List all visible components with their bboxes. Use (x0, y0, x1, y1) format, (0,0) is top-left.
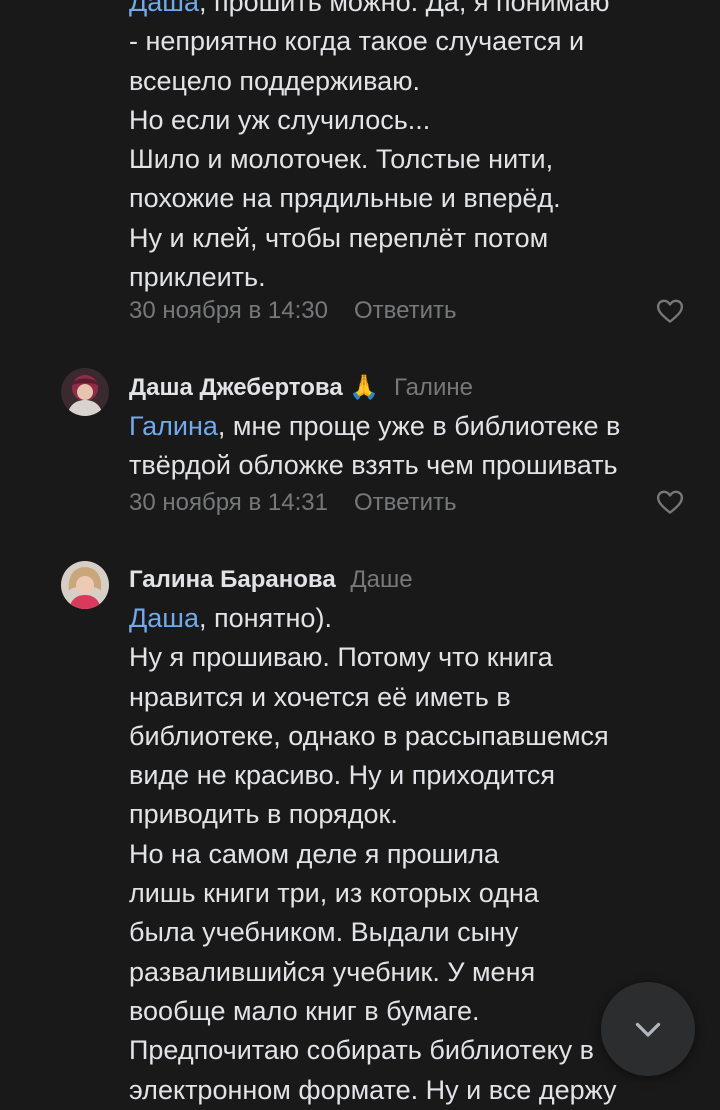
reply-to-name[interactable]: Галине (394, 374, 473, 401)
comment-date: 30 ноября в 14:31 (129, 489, 328, 516)
comment-author-row: Галина Баранова Даше (129, 566, 413, 594)
comment-line: Даша, прошить можно. Да, я понимаю (129, 0, 699, 22)
reply-button[interactable]: Ответить (354, 297, 457, 324)
heart-outline-icon[interactable] (655, 487, 685, 517)
scroll-down-button[interactable] (601, 982, 695, 1076)
comment-meta: 30 ноября в 14:31 Ответить (129, 489, 457, 517)
comment-line: всецело поддерживаю. (129, 65, 420, 96)
comment-text: Галина, мне проще уже в библиотеке в твё… (129, 407, 699, 486)
comment-line: похожие на прядильные и вперёд. (129, 183, 561, 214)
avatar[interactable] (61, 368, 109, 416)
comment-line: библиотеке, однако в рассыпавшемся (129, 720, 609, 751)
comment-line: виде не красиво. Ну и приходится (129, 760, 556, 791)
mention-link[interactable]: Даша (129, 603, 199, 633)
avatar[interactable] (61, 561, 109, 609)
comment-line: нравится и хочется её иметь в (129, 681, 511, 712)
heart-outline-icon[interactable] (655, 296, 685, 326)
comment-line: приклеить. (129, 262, 266, 293)
chevron-down-icon (635, 1022, 661, 1037)
comment-line: развалившийся учебник. У меня (129, 956, 536, 987)
author-name[interactable]: Галина Баранова (129, 566, 336, 593)
comment-text: Даша, прошить можно. Да, я понимаю - неп… (129, 0, 699, 297)
comment-line: - неприятно когда такое случается и (129, 26, 585, 57)
comment-line: была учебником. Выдали сыну (129, 917, 519, 948)
comment-date: 30 ноября в 14:30 (129, 297, 328, 324)
mention-link[interactable]: Галина (129, 411, 218, 441)
comment-line: электронном формате. Ну и все держу (129, 1074, 617, 1105)
reply-button[interactable]: Ответить (354, 489, 457, 516)
reply-to-name[interactable]: Даше (350, 566, 412, 593)
comment-line: Но на самом деле я прошила (129, 838, 500, 869)
mention-link[interactable]: Даша (129, 0, 199, 17)
comment-line: Ну я прошиваю. Потому что книга (129, 642, 553, 673)
comment-line: приводить в порядок. (129, 799, 398, 830)
author-name[interactable]: Даша Джебертова (129, 374, 343, 401)
comment-line: Ну и клей, чтобы переплёт потом (129, 222, 549, 253)
comment-line: Шило и молоточек. Толстые нити, (129, 144, 554, 175)
comment-meta: 30 ноября в 14:30 Ответить (129, 297, 457, 325)
comment-line: Галина, мне проще уже в библиотеке в (129, 411, 621, 441)
comment-line: лишь книги три, из которых одна (129, 878, 539, 909)
comment-author-row: Даша Джебертова 🙏 Галине (129, 373, 473, 402)
pray-emoji-icon: 🙏 (349, 374, 380, 401)
comment-line: Даша, понятно). (129, 603, 332, 633)
comment-line: Но если уж случилось... (129, 104, 431, 135)
comment-line: твёрдой обложке взять чем прошивать (129, 450, 618, 481)
